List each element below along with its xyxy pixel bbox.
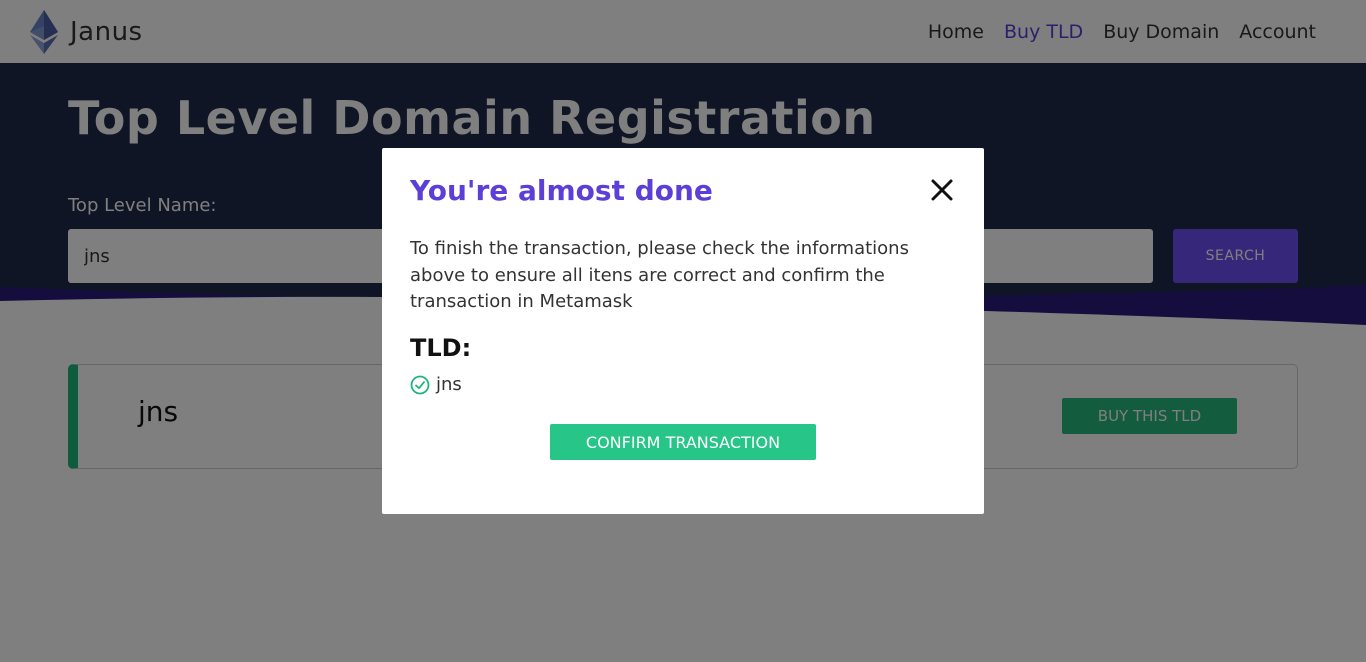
tld-item-name: jns bbox=[436, 374, 462, 395]
check-circle-icon bbox=[410, 375, 430, 394]
modal-instructions: To finish the transaction, please check … bbox=[410, 238, 909, 312]
confirm-modal: You're almost done To finish the transac… bbox=[382, 148, 984, 514]
confirm-transaction-button[interactable]: CONFIRM TRANSACTION bbox=[550, 424, 816, 460]
tld-list-item: jns bbox=[410, 374, 462, 395]
tld-heading: TLD: bbox=[410, 334, 472, 362]
close-icon[interactable] bbox=[928, 176, 956, 204]
modal-title: You're almost done bbox=[410, 174, 713, 207]
